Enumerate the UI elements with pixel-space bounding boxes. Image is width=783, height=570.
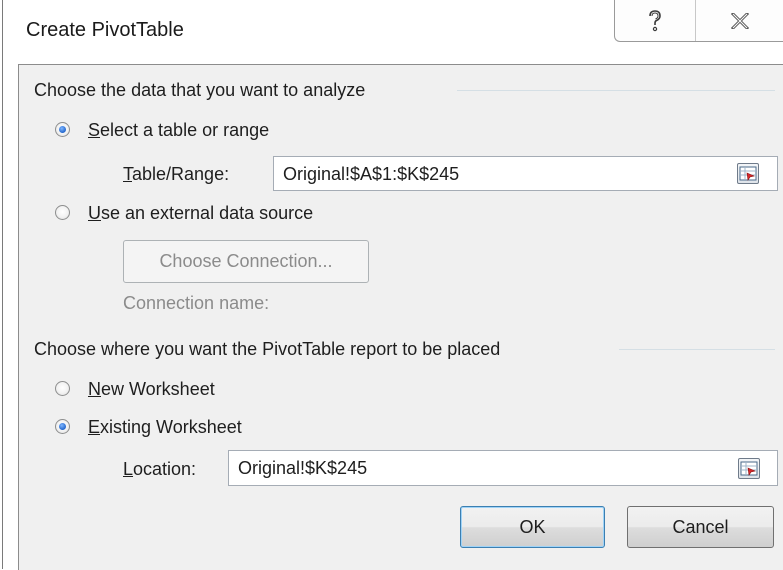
external-source-radio[interactable] xyxy=(55,205,70,220)
placement-section-divider xyxy=(619,349,775,350)
location-value: Original!$K$245 xyxy=(238,458,368,478)
dialog-title: Create PivotTable xyxy=(26,19,184,41)
close-x-icon xyxy=(731,12,749,29)
dialog-body: Choose the data that you want to analyze… xyxy=(18,64,783,570)
data-section-divider xyxy=(457,90,775,91)
location-input[interactable]: Original!$K$245 xyxy=(228,450,778,486)
external-source-label[interactable]: Use an external data source xyxy=(88,202,313,224)
placement-section-heading: Choose where you want the PivotTable rep… xyxy=(34,339,501,359)
location-collapse-button[interactable] xyxy=(738,458,760,479)
select-range-radio[interactable] xyxy=(55,122,70,137)
table-range-input[interactable]: Original!$A$1:$K$245 xyxy=(273,156,778,191)
close-button[interactable] xyxy=(696,0,783,41)
new-worksheet-label[interactable]: New Worksheet xyxy=(88,378,215,400)
ok-button[interactable]: OK xyxy=(460,506,605,548)
range-select-icon xyxy=(739,166,757,181)
table-range-collapse-button[interactable] xyxy=(737,163,759,184)
location-label: Location: xyxy=(123,459,197,479)
new-worksheet-radio[interactable] xyxy=(55,381,70,396)
question-mark-icon xyxy=(649,9,661,31)
choose-connection-button[interactable]: Choose Connection... xyxy=(123,240,369,283)
existing-worksheet-radio[interactable] xyxy=(55,419,70,434)
cancel-button[interactable]: Cancel xyxy=(627,506,774,548)
connection-name-label: Connection name: xyxy=(123,293,270,313)
window-frame-left xyxy=(2,0,3,569)
data-section-heading: Choose the data that you want to analyze xyxy=(34,80,366,100)
range-select-icon xyxy=(740,461,758,476)
radio-dot xyxy=(59,126,66,133)
help-button[interactable] xyxy=(615,0,696,41)
caption-buttons xyxy=(614,0,783,42)
table-range-label: Table/Range: xyxy=(123,164,230,184)
select-range-label[interactable]: Select a table or range xyxy=(88,119,269,141)
radio-dot xyxy=(59,423,66,430)
table-range-value: Original!$A$1:$K$245 xyxy=(283,164,460,184)
existing-worksheet-label[interactable]: Existing Worksheet xyxy=(88,416,242,438)
